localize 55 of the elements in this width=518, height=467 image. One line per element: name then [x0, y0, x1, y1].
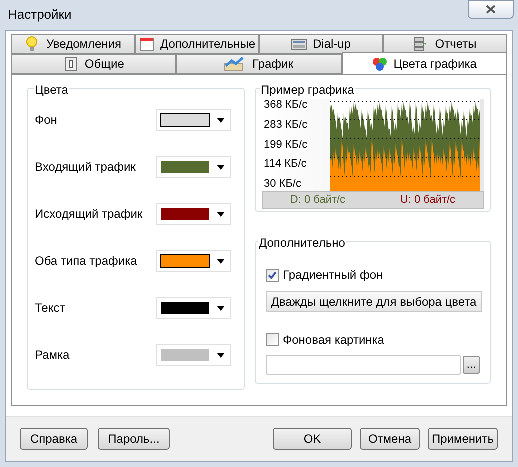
checkbox-label: Фоновая картинка: [283, 332, 384, 348]
dialog-button[interactable]: Отмена: [360, 428, 420, 450]
dialog-button[interactable]: OK: [273, 428, 352, 450]
dialog-button[interactable]: Пароль...: [98, 428, 170, 450]
axis-label: 283 КБ/с: [263, 118, 309, 132]
axis-label: 114 КБ/с: [263, 158, 308, 172]
axis-label: 30 КБ/с: [263, 178, 302, 191]
color-label: Оба типа трафика: [35, 253, 138, 270]
dropdown-arrow-icon: [217, 212, 225, 216]
tab[interactable]: Цвета графика: [342, 52, 507, 74]
color-label: Входящий трафик: [35, 159, 136, 176]
browse-button[interactable]: ...: [463, 356, 480, 374]
dropdown-arrow-icon: [217, 352, 225, 358]
color-dropdown[interactable]: [156, 297, 231, 319]
image-path-field[interactable]: [266, 354, 461, 374]
dropdown-arrow-icon: [217, 164, 225, 170]
close-button[interactable]: [468, 0, 514, 18]
light-bulb-icon: [24, 36, 40, 52]
tab[interactable]: Общие: [11, 54, 176, 74]
axis-label: 368 КБ/с: [263, 99, 309, 112]
keypad-icon: [290, 36, 307, 52]
checkbox[interactable]: [266, 268, 279, 282]
dialog-button[interactable]: Применить: [428, 428, 498, 450]
color-dropdown[interactable]: [156, 203, 231, 225]
server-icon: [413, 36, 430, 52]
color-label: Фон: [35, 112, 58, 129]
checkbox-label: Градиентный фон: [283, 267, 384, 284]
check-icon: [268, 270, 277, 280]
color-label: Текст: [35, 300, 66, 317]
rising-chart-icon: [224, 56, 246, 72]
switch-icon: [62, 56, 79, 72]
color-dropdown[interactable]: [156, 156, 231, 178]
tab[interactable]: График: [176, 54, 342, 74]
pick-color-button[interactable]: Дважды щелкните для выбора цвета: [266, 291, 482, 312]
window-title: Настройки: [8, 6, 72, 24]
color-balls-icon: [372, 56, 388, 72]
color-dropdown[interactable]: [156, 250, 231, 272]
dialog-button[interactable]: Справка: [20, 428, 88, 450]
upload-rate: U: 0 байт/с: [400, 192, 456, 208]
dropdown-arrow-icon: [217, 258, 225, 264]
calendar-icon: [138, 36, 154, 52]
dropdown-arrow-icon: [217, 306, 225, 310]
tab[interactable]: Уведомления: [11, 34, 135, 54]
color-label: Исходящий трафик: [35, 206, 143, 223]
color-dropdown[interactable]: [156, 344, 231, 366]
color-dropdown[interactable]: [156, 109, 231, 131]
tab[interactable]: Дополнительные: [135, 34, 259, 54]
dropdown-arrow-icon: [217, 118, 225, 122]
tab[interactable]: Отчеты: [383, 34, 507, 54]
close-icon: [486, 4, 496, 14]
tab[interactable]: Dial-up: [259, 34, 383, 54]
download-rate: D: 0 байт/с: [290, 192, 346, 208]
axis-label: 199 КБ/с: [263, 138, 309, 152]
color-label: Рамка: [35, 347, 70, 364]
checkbox[interactable]: [266, 333, 279, 346]
